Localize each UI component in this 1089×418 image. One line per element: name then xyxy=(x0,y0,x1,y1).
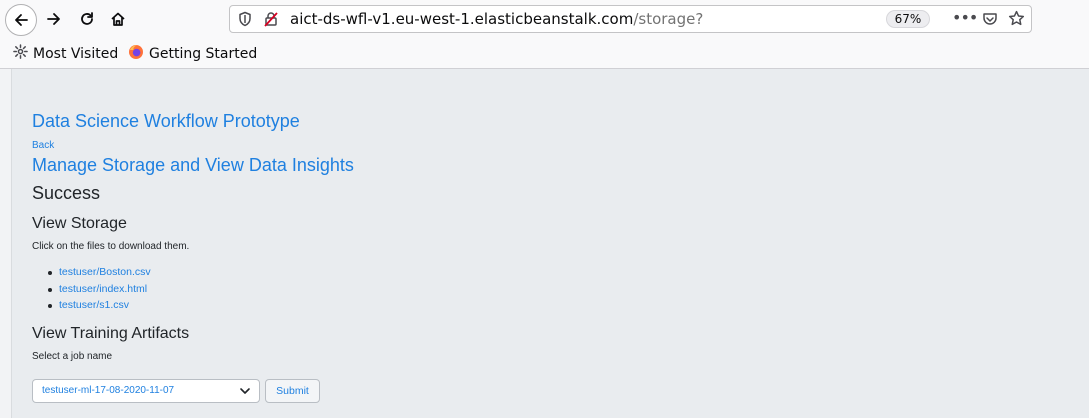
file-link[interactable]: testuser/s1.csv xyxy=(46,299,151,316)
bullet xyxy=(48,304,52,308)
firefox-icon xyxy=(128,44,144,64)
job-name-select[interactable]: testuser-ml-17-08-2020-11-07 xyxy=(32,379,260,403)
bookmark-label: Getting Started xyxy=(149,46,258,62)
bookmarks-toolbar: Most Visited Getting Started xyxy=(0,38,1089,69)
file-link[interactable]: testuser/Boston.csv xyxy=(46,266,151,283)
file-name[interactable]: testuser/index.html xyxy=(59,283,147,295)
url-text[interactable]: aict-ds-wfl-v1.eu-west-1.elasticbeanstal… xyxy=(290,10,703,28)
file-name[interactable]: testuser/Boston.csv xyxy=(59,266,151,278)
back-button[interactable] xyxy=(5,4,37,36)
file-link[interactable]: testuser/index.html xyxy=(46,283,151,300)
artifacts-heading: View Training Artifacts xyxy=(32,325,190,342)
status-message: Success xyxy=(32,183,101,203)
bookmark-star-icon[interactable] xyxy=(1008,10,1025,31)
bullet xyxy=(48,287,52,292)
submit-button[interactable]: Submit xyxy=(265,379,320,403)
shield-icon[interactable] xyxy=(238,11,252,31)
browser-toolbar: aict-ds-wfl-v1.eu-west-1.elasticbeanstal… xyxy=(0,0,1089,38)
gear-icon xyxy=(13,44,28,63)
chevron-down-icon xyxy=(239,384,251,406)
bookmark-getting-started[interactable]: Getting Started xyxy=(128,44,257,64)
page-edge xyxy=(0,69,12,418)
forward-button[interactable] xyxy=(39,4,69,34)
pocket-icon[interactable] xyxy=(982,11,998,31)
page-actions-icon[interactable]: ••• xyxy=(952,8,978,27)
app-title-link[interactable]: Data Science Workflow Prototype xyxy=(32,111,300,132)
manage-heading-link[interactable]: Manage Storage and View Data Insights xyxy=(32,155,354,176)
storage-hint: Click on the files to download them. xyxy=(32,241,190,252)
url-host: aict-ds-wfl-v1.eu-west-1.elasticbeanstal… xyxy=(290,10,634,28)
zoom-level-badge[interactable]: 67% xyxy=(886,10,930,28)
reload-icon xyxy=(79,11,95,27)
url-path: /storage? xyxy=(633,10,704,28)
reload-button[interactable] xyxy=(72,4,102,34)
file-name[interactable]: testuser/s1.csv xyxy=(59,299,129,311)
selected-job: testuser-ml-17-08-2020-11-07 xyxy=(42,385,175,396)
home-icon xyxy=(110,11,126,27)
home-button[interactable] xyxy=(103,4,133,34)
bullet xyxy=(48,271,52,275)
bookmark-label: Most Visited xyxy=(33,45,119,62)
insecure-lock-icon[interactable] xyxy=(263,11,279,31)
address-bar[interactable]: aict-ds-wfl-v1.eu-west-1.elasticbeanstal… xyxy=(229,5,1032,33)
bookmark-most-visited[interactable]: Most Visited xyxy=(13,44,118,63)
page-viewport: Data Science Workflow Prototype Back Man… xyxy=(0,69,1089,418)
arrow-left-icon xyxy=(13,12,29,28)
file-list: testuser/Boston.csv testuser/index.html … xyxy=(46,266,151,316)
back-link[interactable]: Back xyxy=(32,140,54,151)
arrow-right-icon xyxy=(46,11,62,27)
select-label: Select a job name xyxy=(32,351,113,362)
storage-heading: View Storage xyxy=(32,215,127,232)
